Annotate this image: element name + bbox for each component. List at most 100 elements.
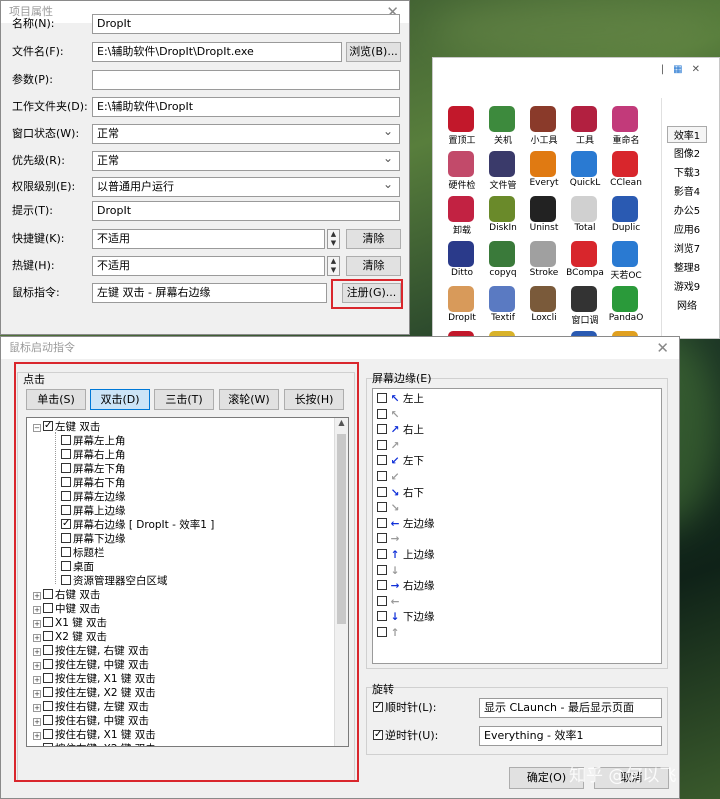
category-tab[interactable]: 应用6	[667, 221, 707, 236]
edge-item[interactable]: ↘ 右下	[377, 486, 424, 500]
app-icon[interactable]	[571, 241, 597, 267]
workdir-input[interactable]: E:\辅助软件\DropIt	[92, 97, 400, 117]
hotkey-spinner[interactable]: ▲ ▼	[327, 256, 340, 276]
counter-checkbox-row[interactable]: 逆时针(U):	[373, 728, 438, 743]
counterclockwise-value[interactable]: Everything - 效率1	[479, 726, 662, 746]
category-tab[interactable]: 图像2	[667, 145, 707, 160]
mouse-command-input[interactable]: 左键 双击 - 屏幕右边缘	[92, 283, 327, 303]
edge-checkbox[interactable]	[377, 627, 387, 637]
category-tab[interactable]: 下载3	[667, 164, 707, 179]
privilege-select[interactable]: 以普通用户运行	[92, 177, 400, 197]
app-icon[interactable]	[530, 286, 556, 312]
app-icon[interactable]	[612, 196, 638, 222]
edge-item[interactable]: ↑	[377, 626, 403, 640]
app-label: Ditto	[451, 268, 473, 278]
edge-checkbox[interactable]	[377, 580, 387, 591]
params-input[interactable]	[92, 70, 400, 90]
app-label: 关机	[493, 136, 512, 146]
edge-checkbox[interactable]	[377, 408, 387, 419]
shortcut-spinner[interactable]: ▲ ▼	[327, 229, 340, 249]
hotkey-clear-button[interactable]: 清除	[346, 256, 401, 276]
edge-item[interactable]: →	[377, 532, 403, 546]
edge-item[interactable]: ↙	[377, 470, 403, 484]
app-icon[interactable]	[489, 151, 515, 177]
edge-checkbox[interactable]	[377, 611, 387, 622]
app-icon[interactable]	[448, 241, 474, 267]
app-icon[interactable]	[489, 286, 515, 312]
spin-up-icon[interactable]: ▲	[328, 230, 339, 239]
edge-item[interactable]: ← 左边缘	[377, 517, 435, 531]
edge-checkbox[interactable]	[377, 595, 387, 606]
spin-down-icon[interactable]: ▼	[328, 266, 339, 275]
arrow-icon: ↗	[390, 424, 400, 437]
shortcut-input[interactable]: 不适用	[92, 229, 325, 249]
app-icon[interactable]	[530, 241, 556, 267]
browse-button[interactable]: 浏览(B)...	[346, 42, 401, 62]
edge-checkbox[interactable]	[377, 517, 387, 528]
edge-checkbox[interactable]	[377, 439, 387, 450]
priority-select[interactable]: 正常	[92, 151, 400, 171]
category-tab[interactable]: 效率1	[667, 126, 707, 143]
app-icon[interactable]	[612, 151, 638, 177]
clockwise-value[interactable]: 显示 CLaunch - 最后显示页面	[479, 698, 662, 718]
app-icon[interactable]	[530, 196, 556, 222]
edge-item[interactable]: ↗ 右上	[377, 423, 424, 437]
edge-checkbox[interactable]	[377, 471, 387, 481]
name-input[interactable]: DropIt	[92, 14, 400, 34]
clockwise-checkbox-row[interactable]: 顺时针(L):	[373, 700, 436, 715]
tooltip-label: 提示(T):	[12, 204, 54, 217]
edge-item[interactable]: → 右边缘	[377, 579, 435, 593]
edge-item[interactable]: ↗	[377, 439, 403, 453]
category-tab[interactable]: 整理8	[667, 259, 707, 274]
app-icon[interactable]	[448, 196, 474, 222]
app-icon[interactable]	[530, 151, 556, 177]
category-tab[interactable]: 办公5	[667, 202, 707, 217]
edge-checkbox[interactable]	[377, 424, 387, 435]
edge-item[interactable]: ↙ 左下	[377, 454, 424, 468]
edge-item[interactable]: ↖	[377, 408, 403, 422]
app-icon[interactable]	[571, 106, 597, 132]
edge-checkbox[interactable]	[377, 393, 387, 403]
edge-item[interactable]: ←	[377, 595, 403, 609]
edge-checkbox[interactable]	[377, 486, 387, 497]
shortcut-clear-button[interactable]: 清除	[346, 229, 401, 249]
edge-item[interactable]: ↑ 上边缘	[377, 548, 435, 562]
clockwise-checkbox[interactable]	[373, 700, 383, 714]
app-icon[interactable]	[612, 106, 638, 132]
tooltip-input[interactable]: DropIt	[92, 201, 400, 221]
filename-input[interactable]: E:\辅助软件\DropIt\DropIt.exe	[92, 42, 342, 62]
edge-checkbox[interactable]	[377, 564, 387, 575]
spin-up-icon[interactable]: ▲	[328, 257, 339, 266]
edge-item[interactable]: ↘	[377, 501, 403, 515]
app-icon[interactable]	[489, 196, 515, 222]
spin-down-icon[interactable]: ▼	[328, 239, 339, 248]
window-state-select[interactable]: 正常	[92, 124, 400, 144]
app-icon[interactable]	[571, 196, 597, 222]
app-icon[interactable]	[448, 286, 474, 312]
category-tab[interactable]: 影音4	[667, 183, 707, 198]
edge-item[interactable]: ↖ 左上	[377, 392, 424, 406]
app-icon[interactable]	[448, 106, 474, 132]
app-icon[interactable]	[571, 151, 597, 177]
edge-checkbox[interactable]	[377, 533, 387, 544]
edge-item[interactable]: ↓	[377, 564, 403, 578]
app-icon[interactable]	[489, 106, 515, 132]
app-icon[interactable]	[571, 286, 597, 312]
category-tab[interactable]: 浏览7	[667, 240, 707, 255]
edge-checkbox[interactable]	[377, 549, 387, 559]
app-icon[interactable]	[612, 241, 638, 267]
edge-item[interactable]: ↓ 下边缘	[377, 610, 435, 624]
edge-checkbox[interactable]	[377, 502, 387, 513]
edge-checkbox[interactable]	[377, 455, 387, 466]
app-icon[interactable]	[612, 286, 638, 312]
app-icon[interactable]	[448, 151, 474, 177]
app-icon[interactable]	[530, 106, 556, 132]
category-tab[interactable]: 游戏9	[667, 278, 707, 293]
close-icon[interactable]: ✕	[692, 64, 709, 75]
grid-icon[interactable]: ▦	[673, 64, 691, 75]
category-tab[interactable]: 网络	[667, 297, 707, 312]
close-icon[interactable]: ✕	[656, 337, 669, 359]
counterclockwise-checkbox[interactable]	[373, 728, 383, 742]
app-icon[interactable]	[489, 241, 515, 267]
hotkey-input[interactable]: 不适用	[92, 256, 325, 276]
